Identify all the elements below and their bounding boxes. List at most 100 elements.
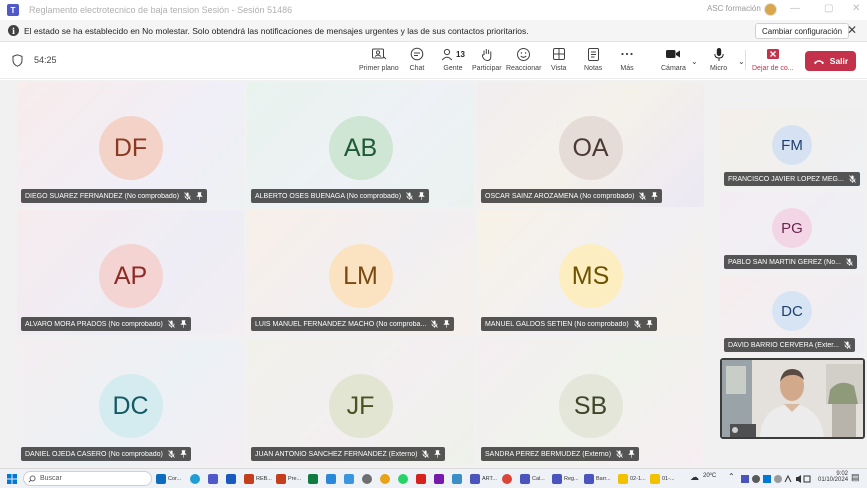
participant-tile[interactable]: AB ALBERTO OSES BUENAGA (No comprobado) — [247, 82, 474, 207]
participant-tile[interactable]: AP ALVARO MORA PRADOS (No comprobado) — [17, 210, 244, 335]
tray-icons[interactable] — [741, 474, 811, 486]
participant-nameplate: OSCAR SAINZ AROZAMENA (No comprobado) — [481, 189, 663, 203]
close-notification-icon[interactable]: ✕ — [847, 23, 857, 37]
clock[interactable]: 9:02 01/10/2024 — [818, 471, 848, 483]
taskbar-app-label: REB... — [256, 476, 272, 482]
account-avatar[interactable] — [764, 3, 777, 16]
pin-icon[interactable] — [180, 450, 187, 458]
participant-name: ALVARO MORA PRADOS (No comprobado) — [25, 320, 163, 328]
edge-icon — [190, 474, 200, 484]
participant-tile[interactable]: LM LUIS MANUEL FERNANDEZ MACHO (No compr… — [247, 210, 474, 335]
chat-button[interactable]: Chat — [409, 46, 425, 72]
taskbar-search-box[interactable]: Buscar — [23, 471, 152, 486]
tray-overflow-chevron-icon[interactable]: ⌃ — [728, 472, 735, 481]
camera-options-chevron-icon[interactable]: ⌄ — [691, 57, 698, 66]
people-button[interactable]: 13 Gente — [441, 46, 465, 72]
meeting-stage: DF DIEGO SUAREZ FERNANDEZ (No comprobado… — [0, 80, 867, 468]
taskbar-app-store[interactable] — [344, 472, 354, 486]
notifications-icon[interactable]: ▤ — [851, 472, 860, 483]
taskbar-app-teams[interactable] — [208, 472, 218, 486]
microphone-icon — [713, 46, 725, 62]
shield-icon[interactable] — [12, 54, 23, 67]
taskbar-app-onenote[interactable] — [434, 472, 444, 486]
raise-hand-label: Participar — [472, 65, 502, 72]
taskbar-app-misc[interactable] — [452, 472, 462, 486]
folder-icon — [650, 474, 660, 484]
search-placeholder: Buscar — [40, 475, 62, 482]
teams-icon — [208, 474, 218, 484]
pin-icon[interactable] — [628, 450, 635, 458]
taskbar-app-excel[interactable] — [308, 472, 318, 486]
participant-tile[interactable]: SB SANDRA PEREZ BERMUDEZ (Externo) — [477, 340, 704, 465]
raise-hand-button[interactable]: Participar — [472, 46, 502, 72]
taskbar-app-teams-cal[interactable]: Cal... — [520, 472, 545, 486]
view-button[interactable]: Vista — [551, 46, 566, 72]
react-button[interactable]: Reaccionar — [506, 46, 541, 72]
participant-nameplate: JUAN ANTONIO SANCHEZ FERNANDEZ (Externo) — [251, 447, 446, 461]
avatar: FM — [772, 125, 812, 165]
pin-icon[interactable] — [418, 192, 425, 200]
taskbar-app-chrome-2[interactable] — [502, 472, 512, 486]
taskbar-app-teams-barr[interactable]: Barr... — [584, 472, 611, 486]
minimize-button[interactable]: — — [790, 3, 800, 14]
stop-sharing-button[interactable]: Dejar de co... — [752, 46, 794, 72]
participant-tile[interactable]: DF DIEGO SUAREZ FERNANDEZ (No comprobado… — [17, 82, 244, 207]
participant-tile[interactable]: JF JUAN ANTONIO SANCHEZ FERNANDEZ (Exter… — [247, 340, 474, 465]
microphone-options-chevron-icon[interactable]: ⌄ — [738, 57, 745, 66]
taskbar-app-photos[interactable] — [326, 472, 336, 486]
taskbar-app-chrome[interactable] — [380, 472, 390, 486]
taskbar-app-folder-1[interactable]: 02-1... — [618, 472, 646, 486]
weather-icon[interactable]: ☁ — [690, 472, 699, 483]
windows-start-icon[interactable] — [7, 474, 17, 484]
participant-tile[interactable]: OA OSCAR SAINZ AROZAMENA (No comprobado) — [477, 82, 704, 207]
notes-button[interactable]: Notas — [584, 46, 602, 72]
taskbar-app-outlook[interactable]: Cor... — [156, 472, 181, 486]
camera-button[interactable]: Cámara — [661, 46, 686, 72]
mic-off-icon — [639, 192, 647, 200]
pin-icon[interactable] — [434, 450, 442, 458]
pin-icon[interactable] — [651, 192, 659, 200]
maximize-button[interactable]: ▢ — [824, 3, 833, 14]
spotlight-button[interactable]: Primer plano — [359, 46, 399, 72]
app-icon — [452, 474, 462, 484]
change-settings-button[interactable]: Cambiar configuración — [755, 23, 850, 39]
participant-nameplate: ALVARO MORA PRADOS (No comprobado) — [21, 317, 191, 331]
side-participant-tile[interactable]: FM FRANCISCO JAVIER LOPEZ MEG... — [720, 109, 864, 188]
weather-temperature[interactable]: 20ºC — [703, 473, 716, 479]
pin-icon[interactable] — [196, 192, 203, 200]
microphone-label: Micro — [710, 65, 728, 72]
org-name[interactable]: ASC formación — [707, 4, 761, 13]
leave-button[interactable]: Salir — [805, 51, 856, 71]
taskbar-app-powerpoint-2[interactable]: Pre... — [276, 472, 301, 486]
taskbar-app-folder-2[interactable]: 01-... — [650, 472, 675, 486]
self-video-preview[interactable] — [720, 358, 865, 439]
camera-feed-image — [722, 360, 863, 437]
chat-icon — [409, 46, 425, 62]
taskbar-app-whatsapp[interactable] — [398, 472, 408, 486]
taskbar-app-powerpoint-1[interactable]: REB... — [244, 472, 272, 486]
word-icon — [226, 474, 236, 484]
close-window-button[interactable]: ✕ — [852, 3, 860, 14]
taskbar-app-edge[interactable] — [190, 472, 200, 486]
taskbar-app-acrobat[interactable] — [416, 472, 426, 486]
pin-icon[interactable] — [645, 320, 653, 328]
more-button[interactable]: Más — [620, 46, 634, 72]
taskbar-app-teams-reg[interactable]: Reg... — [552, 472, 579, 486]
taskbar-app-settings[interactable] — [362, 472, 372, 486]
pin-icon[interactable] — [180, 320, 187, 328]
side-participant-tile[interactable]: DC DAVID BARRIO CERVERA (Exter... — [720, 275, 864, 354]
participant-tile[interactable]: DC DANIEL OJEDA CASERO (No comprobado) — [17, 340, 244, 465]
participant-name: ALBERTO OSES BUENAGA (No comprobado) — [255, 192, 402, 200]
pin-icon[interactable] — [443, 320, 450, 328]
participant-tile[interactable]: MS MANUEL GALDOS SETIEN (No comprobado) — [477, 210, 704, 335]
avatar: SB — [558, 374, 623, 438]
participant-nameplate: PABLO SAN MARTIN GEREZ (No... — [724, 255, 857, 269]
microphone-button[interactable]: Micro — [710, 46, 727, 72]
teams-icon — [584, 474, 594, 484]
side-participant-tile[interactable]: PG PABLO SAN MARTIN GEREZ (No... — [720, 192, 864, 271]
taskbar-app-word[interactable] — [226, 472, 236, 486]
mic-off-icon — [633, 320, 641, 328]
excel-icon — [308, 474, 318, 484]
participant-nameplate: ALBERTO OSES BUENAGA (No comprobado) — [251, 189, 430, 203]
taskbar-app-teams-art[interactable]: ART... — [470, 472, 497, 486]
